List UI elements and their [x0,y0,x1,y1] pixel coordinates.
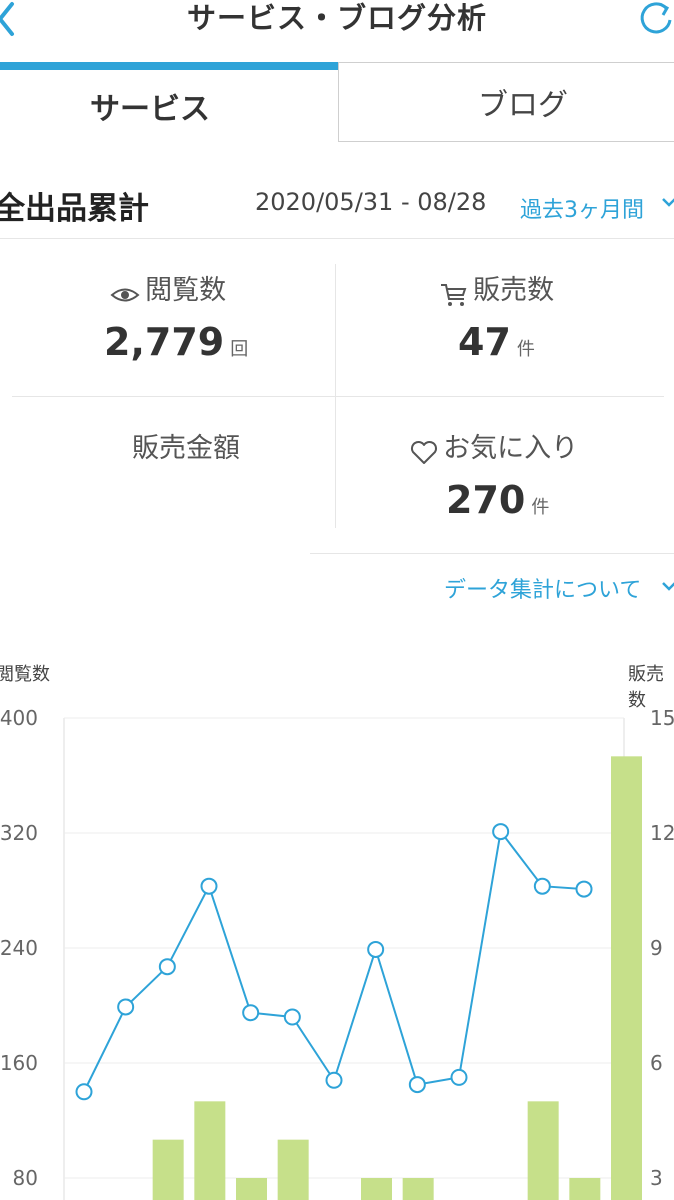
y-right-tick-label: 15 [650,706,674,730]
date-range: 2020/05/31 - 08/28 [255,188,487,216]
summary-title: 全出品累計 [0,191,149,227]
stat-sales-unit: 件 [516,339,535,360]
views-point [158,958,176,976]
heart-icon [410,440,438,464]
about-data-link[interactable]: データ集計について [444,572,641,604]
sales-bar [152,1139,184,1200]
y-right-tick-label: 12 [650,821,674,845]
sales-bar [194,1101,226,1200]
views-point [533,877,551,895]
views-sales-chart: 80 160 240 320 400 3 6 9 12 15 [0,706,674,1200]
views-point [75,1083,93,1101]
views-point [200,877,218,895]
stat-views-value: 2,779 [104,320,225,364]
stat-favorites-unit: 件 [531,497,550,518]
stat-views-unit: 回 [230,339,249,360]
views-point [283,1008,301,1026]
views-point [117,998,135,1016]
divider [0,238,674,239]
views-point [450,1068,468,1086]
views-point [242,1004,260,1022]
revenue-mask [20,412,130,472]
stat-favorites-value: 270 [446,478,526,522]
page-title: サービス・ブログ分析 [186,1,487,35]
stat-sales-label: 販売数 [473,275,555,306]
stat-sales-value-wrap: 47 件 [458,320,535,364]
y-left-axis-title: 閲覧数 [0,664,50,685]
stat-sales: 販売数 [440,268,554,308]
sales-bar [569,1178,601,1200]
sales-bar [611,756,642,1200]
sales-bar [236,1178,267,1200]
tab-blog-label: ブログ [478,88,568,123]
sales-bar [402,1178,434,1200]
y-right-tick-label: 3 [650,1166,663,1190]
eye-icon [110,288,140,301]
views-point [367,940,385,958]
views-point [492,823,510,841]
sales-bar [361,1178,392,1200]
stat-views-label: 閲覧数 [145,275,227,306]
cart-icon [441,283,467,306]
period-selector[interactable]: 過去3ヶ月間 [520,192,644,224]
stat-favorites-label: お気に入り [443,433,579,464]
stat-views: 閲覧数 [110,268,226,307]
stats-divider-horizontal [12,396,664,397]
y-right-tick-label: 9 [650,936,663,960]
views-point [575,880,593,898]
stat-views-value-wrap: 2,779 回 [104,320,248,364]
stat-favorites: お気に入り [410,426,578,466]
y-right-tick-label: 6 [650,1051,663,1075]
y-left-tick-label: 80 [13,1166,38,1190]
sales-bar [277,1139,309,1200]
y-left-tick-label: 160 [0,1051,38,1075]
tab-service-label: サービス [90,92,210,127]
stat-favorites-value-wrap: 270 件 [446,478,549,522]
tab-active-indicator [0,62,338,70]
y-left-tick-label: 320 [0,821,38,845]
stat-revenue-label: 販売金額 [132,433,240,464]
views-point [325,1071,343,1089]
stat-sales-value: 47 [458,320,511,364]
y-left-tick-label: 400 [0,706,38,730]
y-left-tick-label: 240 [0,936,38,960]
views-line [83,829,585,1093]
chevron-down-icon[interactable] [660,194,674,212]
divider [310,553,674,554]
refresh-icon[interactable] [636,0,674,38]
views-point [408,1076,426,1094]
sales-bar [527,1101,559,1200]
chevron-down-icon[interactable] [660,578,674,596]
